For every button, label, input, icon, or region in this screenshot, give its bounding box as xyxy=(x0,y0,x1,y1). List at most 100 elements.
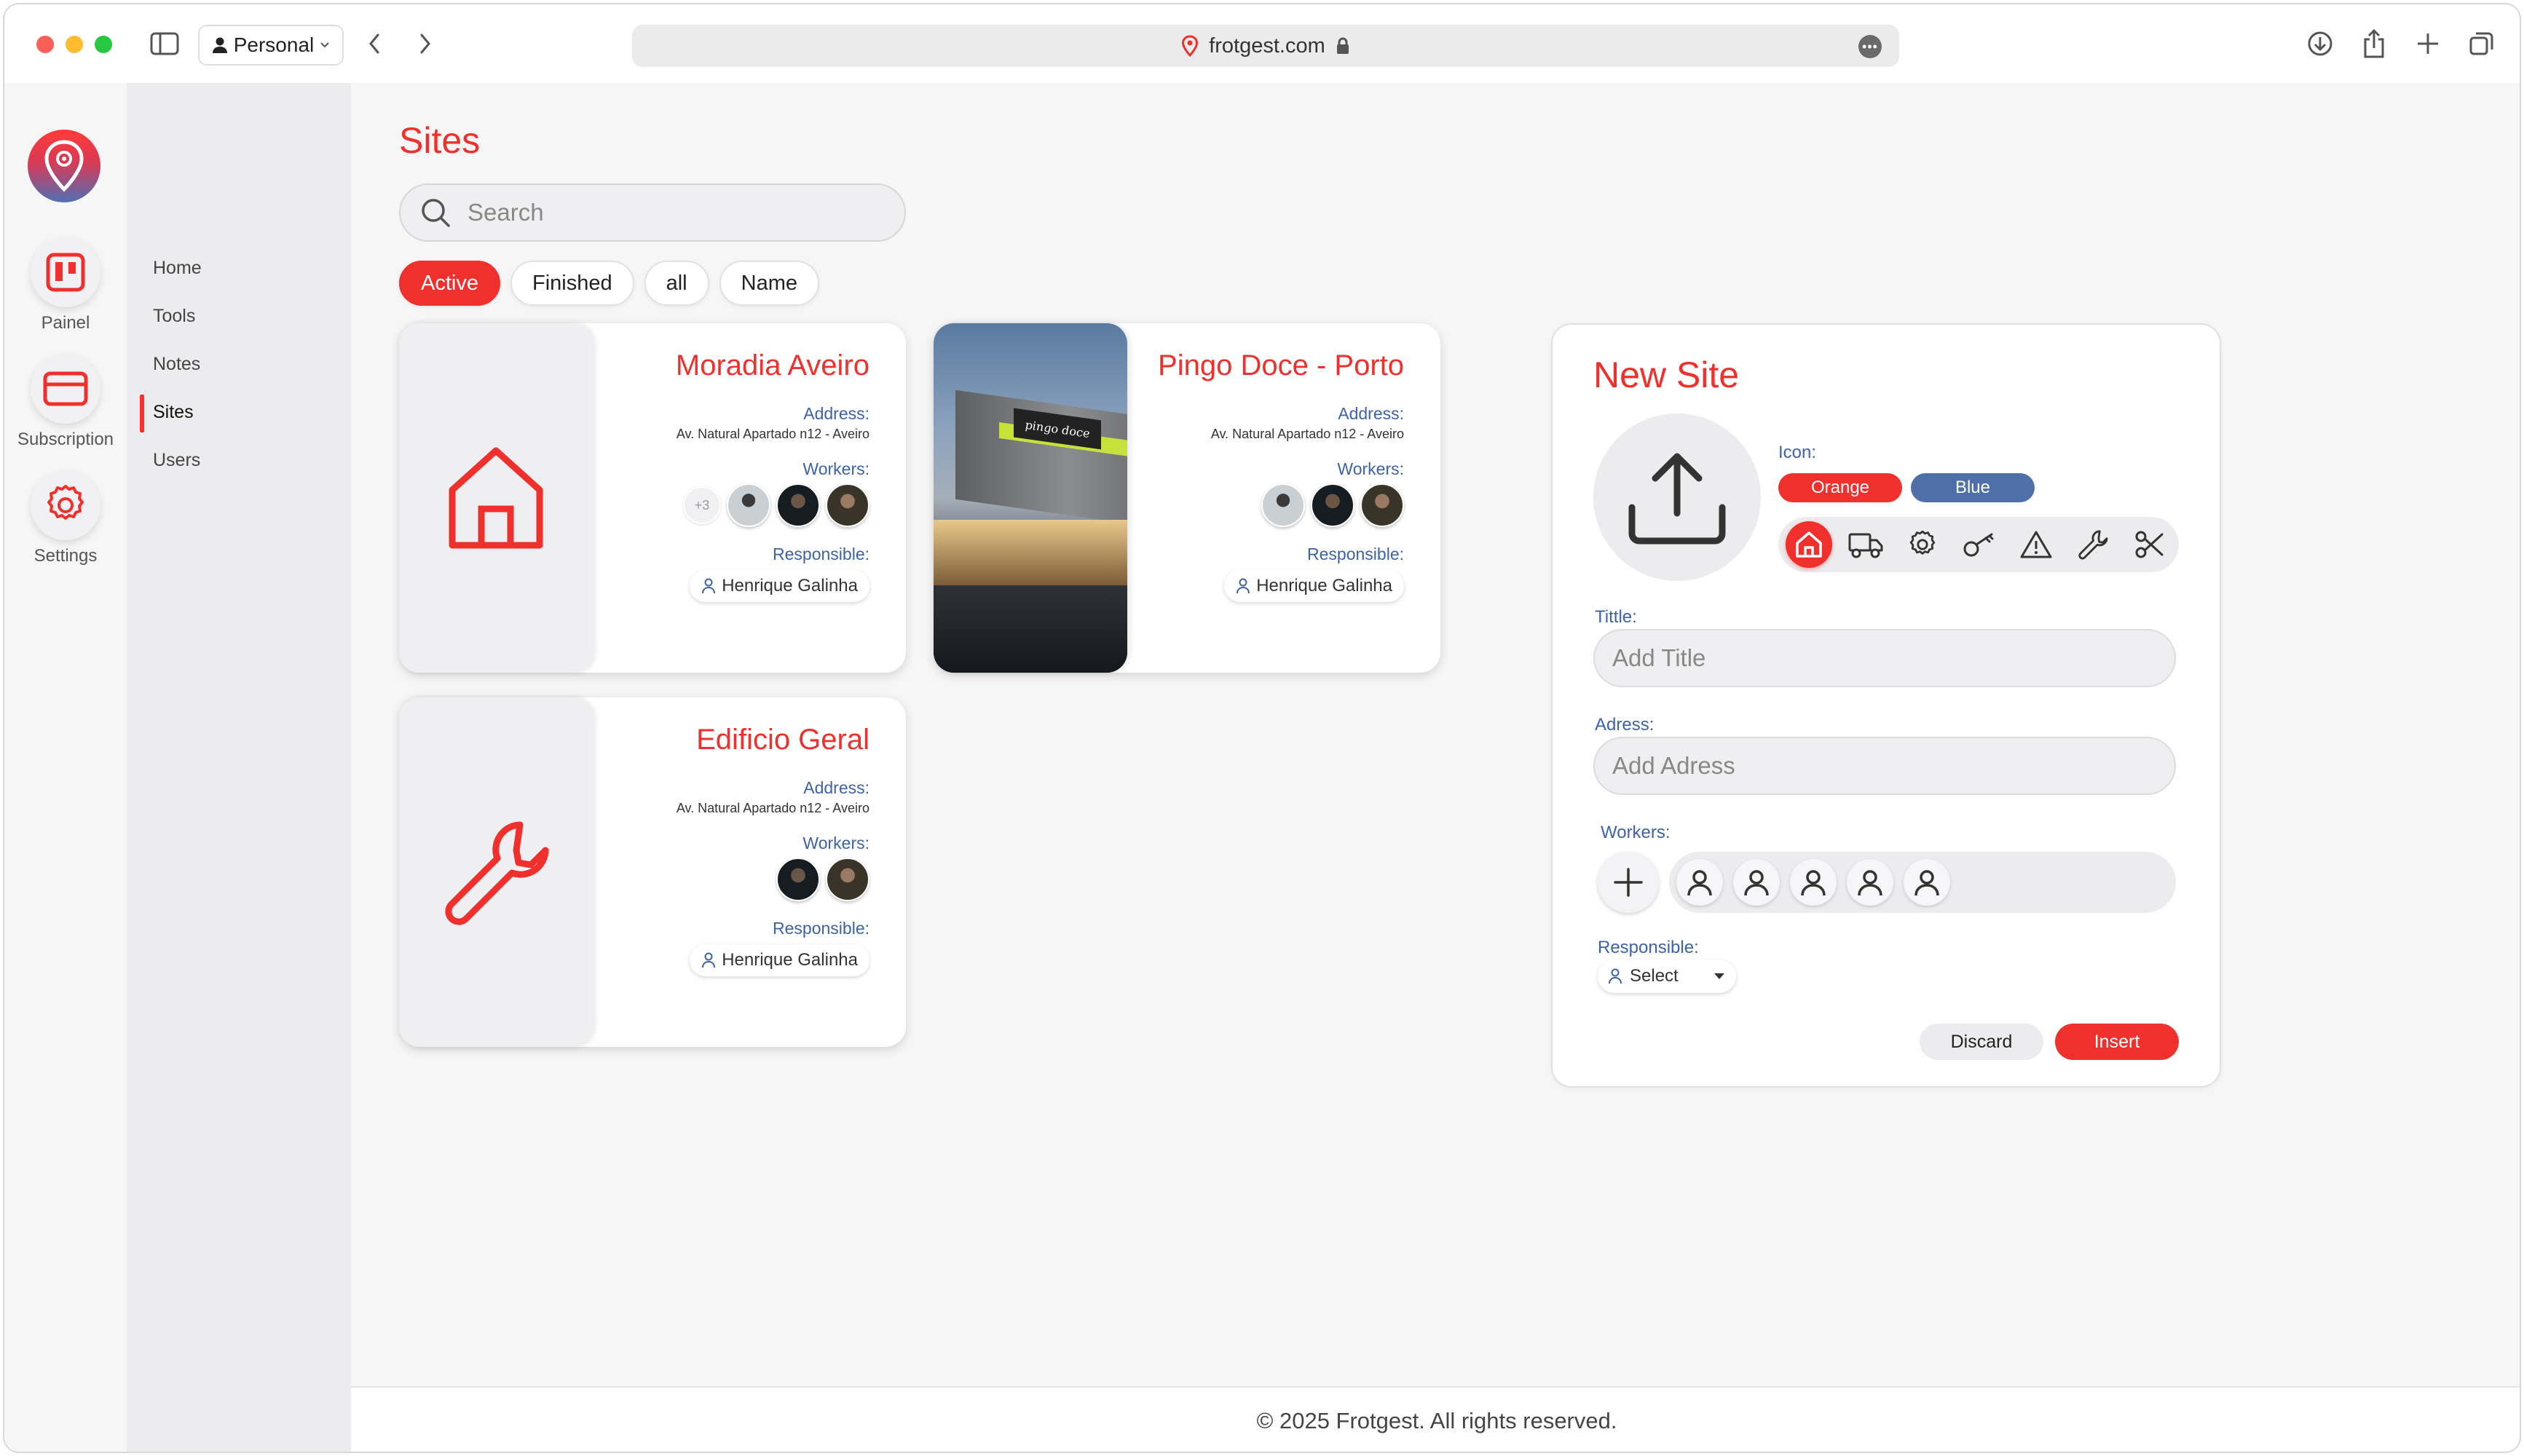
app-logo xyxy=(28,130,100,202)
subnav-item-users[interactable]: Users xyxy=(153,450,200,471)
person-icon xyxy=(1744,870,1769,896)
warning-icon[interactable] xyxy=(2013,521,2059,568)
person-icon xyxy=(702,578,716,594)
scissors-icon[interactable] xyxy=(2126,521,2173,568)
sub-navigation: Home Tools Notes Sites Users xyxy=(127,83,351,1452)
person-icon xyxy=(702,952,716,968)
insert-button[interactable]: Insert xyxy=(2055,1024,2179,1060)
home-icon[interactable] xyxy=(1786,521,1832,568)
sidebar-toggle-icon[interactable] xyxy=(147,26,182,61)
rail-label: Subscription xyxy=(17,430,114,449)
forward-icon[interactable] xyxy=(408,26,443,61)
filter-all[interactable]: all xyxy=(644,261,709,306)
responsible-chip[interactable]: Henrique Galinha xyxy=(690,944,869,976)
add-worker-button[interactable] xyxy=(1598,852,1659,913)
responsible-chip[interactable]: Henrique Galinha xyxy=(1224,570,1404,602)
responsible-label: Responsible: xyxy=(773,545,869,563)
subnav-item-sites[interactable]: Sites xyxy=(153,402,194,423)
color-blue-button[interactable]: Blue xyxy=(1911,473,2035,502)
site-icon-tile xyxy=(399,323,593,673)
minimize-window-button[interactable] xyxy=(66,36,83,53)
share-icon[interactable] xyxy=(2357,26,2391,61)
responsible-select[interactable]: Select xyxy=(1598,960,1736,993)
search-field[interactable]: Search xyxy=(399,183,906,242)
download-icon[interactable] xyxy=(2303,26,2338,61)
back-icon[interactable] xyxy=(357,26,392,61)
color-orange-button[interactable]: Orange xyxy=(1778,473,1902,502)
more-options-icon[interactable]: ••• xyxy=(1858,35,1882,58)
person-icon xyxy=(1801,870,1826,896)
wrench-icon[interactable] xyxy=(2070,521,2116,568)
discard-button[interactable]: Discard xyxy=(1920,1024,2043,1060)
footer: © 2025 Frotgest. All rights reserved. xyxy=(351,1386,2520,1452)
subnav-item-notes[interactable]: Notes xyxy=(153,354,200,375)
gear-icon[interactable] xyxy=(1899,521,1946,568)
address-label: Adress: xyxy=(1595,715,1655,735)
site-card[interactable]: Edificio Geral Address: Av. Natural Apar… xyxy=(399,697,906,1047)
workers-label: Workers: xyxy=(1337,459,1404,478)
rail-item-painel[interactable]: Painel xyxy=(4,237,127,333)
filter-chips: Active Finished all Name xyxy=(399,261,819,306)
rail-item-subscription[interactable]: Subscription xyxy=(4,354,127,450)
browser-toolbar: Personal frotgest.com ••• xyxy=(4,4,2520,83)
filter-finished[interactable]: Finished xyxy=(510,261,634,306)
address-bar[interactable]: frotgest.com ••• xyxy=(632,25,1899,67)
title-label: Tittle: xyxy=(1595,607,1637,627)
site-card[interactable]: pingo doce Pingo Doce - Porto Address: A… xyxy=(934,323,1440,673)
responsible-label: Responsible: xyxy=(773,919,869,938)
worker-slot[interactable] xyxy=(1790,859,1837,906)
filter-name[interactable]: Name xyxy=(719,261,819,306)
lock-icon xyxy=(1336,37,1349,54)
worker-slot[interactable] xyxy=(1847,859,1893,906)
site-address: Av. Natural Apartado n12 - Aveiro xyxy=(676,801,869,815)
subnav-item-home[interactable]: Home xyxy=(153,258,202,279)
responsible-name: Henrique Galinha xyxy=(722,576,858,596)
responsible-name: Henrique Galinha xyxy=(1256,576,1392,596)
site-icon-tile xyxy=(399,697,593,1047)
rail-label: Settings xyxy=(33,546,98,566)
upload-button[interactable] xyxy=(1593,414,1761,581)
avatar[interactable] xyxy=(776,858,820,901)
gear-icon xyxy=(47,485,84,520)
title-input[interactable]: Add Title xyxy=(1593,629,2176,687)
tabs-overview-icon[interactable] xyxy=(2464,26,2499,61)
avatar[interactable] xyxy=(727,483,770,527)
address-label: Address: xyxy=(803,404,869,423)
filter-active[interactable]: Active xyxy=(399,261,500,306)
caret-down-icon xyxy=(1714,973,1724,979)
site-address: Av. Natural Apartado n12 - Aveiro xyxy=(676,427,869,441)
profile-button[interactable]: Personal xyxy=(198,25,344,66)
worker-slot[interactable] xyxy=(1676,859,1723,906)
person-icon xyxy=(212,37,227,53)
more-workers-badge[interactable]: +3 xyxy=(683,486,721,524)
worker-slot[interactable] xyxy=(1733,859,1780,906)
close-window-button[interactable] xyxy=(36,36,54,53)
site-card[interactable]: Moradia Aveiro Address: Av. Natural Apar… xyxy=(399,323,906,673)
rail-item-settings[interactable]: Settings xyxy=(4,470,127,566)
site-address: Av. Natural Apartado n12 - Aveiro xyxy=(1210,427,1404,441)
address-input[interactable]: Add Adress xyxy=(1593,737,2176,795)
responsible-chip[interactable]: Henrique Galinha xyxy=(690,570,869,602)
new-site-form: New Site Icon: Orange Blue Tittle: Add T… xyxy=(1551,323,2221,1088)
key-icon[interactable] xyxy=(1956,521,2003,568)
avatar[interactable] xyxy=(1360,483,1404,527)
avatar[interactable] xyxy=(1261,483,1305,527)
address-placeholder: Add Adress xyxy=(1612,752,1735,779)
avatar[interactable] xyxy=(826,483,869,527)
credit-card-icon xyxy=(43,371,88,406)
maximize-window-button[interactable] xyxy=(95,36,112,53)
profile-label: Personal xyxy=(233,33,315,56)
subnav-item-tools[interactable]: Tools xyxy=(153,306,195,327)
wrench-icon xyxy=(445,821,549,925)
worker-slot[interactable] xyxy=(1904,859,1950,906)
person-icon xyxy=(1609,968,1622,984)
new-tab-icon[interactable] xyxy=(2410,26,2445,61)
home-icon xyxy=(449,447,543,549)
truck-icon[interactable] xyxy=(1842,521,1889,568)
select-value: Select xyxy=(1630,966,1679,986)
site-title: Pingo Doce - Porto xyxy=(1158,349,1404,381)
avatar[interactable] xyxy=(776,483,820,527)
browser-window: Personal frotgest.com ••• Painel Subscri… xyxy=(3,3,2521,1453)
avatar[interactable] xyxy=(1311,483,1354,527)
avatar[interactable] xyxy=(826,858,869,901)
